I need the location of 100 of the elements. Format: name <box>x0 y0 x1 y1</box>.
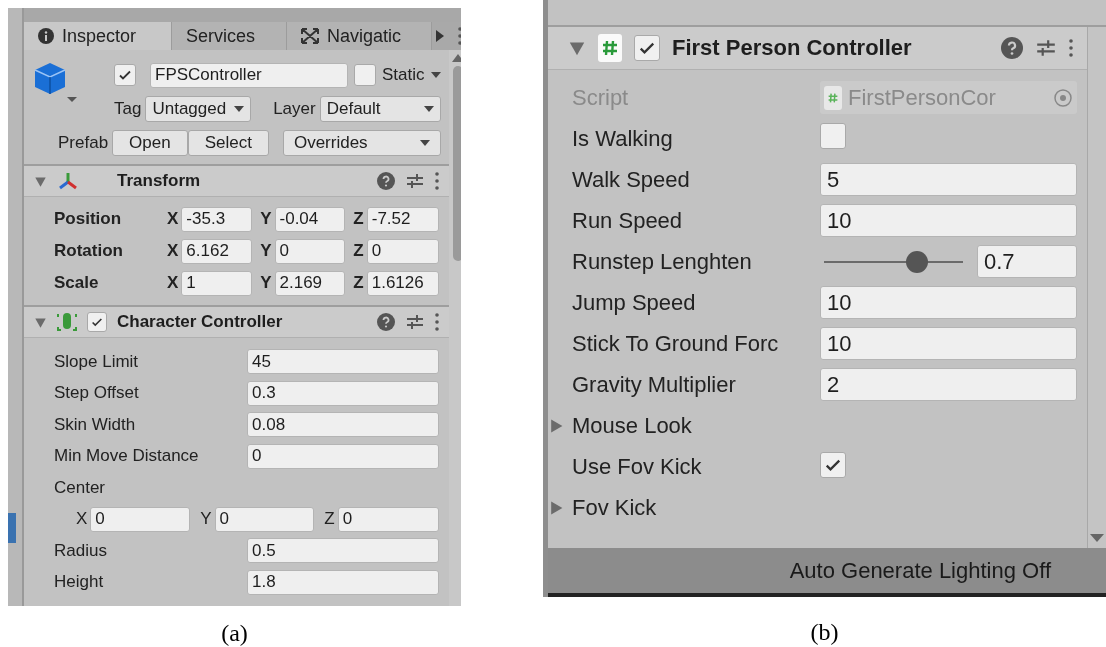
number-field[interactable]: 1.6126 <box>366 270 439 296</box>
property-label: Stick To Ground Forc <box>572 330 780 357</box>
tab[interactable]: Inspector <box>24 22 172 50</box>
property-label: Radius <box>54 540 108 561</box>
axis-label: X <box>167 241 179 261</box>
overrides-dropdown[interactable]: Overrides <box>282 130 441 156</box>
checkbox[interactable] <box>820 452 846 478</box>
property-label: Walk Speed <box>572 166 691 193</box>
number-field[interactable]: 0 <box>366 238 439 264</box>
number-field[interactable]: 0 <box>274 238 346 264</box>
caret-icon <box>234 106 245 112</box>
component-title: First Person Controller <box>672 35 913 61</box>
sliders-icon[interactable] <box>1035 37 1057 59</box>
number-field[interactable]: 0.7 <box>977 245 1077 278</box>
caret-icon <box>430 72 441 78</box>
static-label: Static <box>382 65 425 85</box>
layer-dropdown[interactable]: Default <box>319 96 441 122</box>
tab[interactable]: Navigatic <box>287 22 432 50</box>
number-field[interactable]: 10 <box>820 204 1077 237</box>
prefab-button[interactable]: Select <box>187 130 269 156</box>
expand-arrow-icon[interactable] <box>548 499 564 516</box>
axis-label: Y <box>260 241 272 261</box>
more-icon[interactable] <box>458 27 461 45</box>
expand-arrow-icon[interactable] <box>548 417 564 434</box>
slider-thumb[interactable] <box>905 250 928 273</box>
checkbox[interactable] <box>114 64 136 86</box>
number-field[interactable]: -7.52 <box>366 206 439 232</box>
number-field[interactable]: 0.5 <box>247 538 439 564</box>
number-field[interactable]: 2 <box>820 368 1077 401</box>
number-field[interactable]: 0 <box>337 506 439 532</box>
axis-label: Y <box>260 209 272 229</box>
tab[interactable]: Services <box>172 22 287 50</box>
checkbox[interactable] <box>634 35 660 61</box>
property-label: Gravity Multiplier <box>572 371 737 398</box>
property-label: Runstep Lenghten <box>572 248 753 275</box>
property-label: Scale <box>54 273 100 293</box>
name-field[interactable]: FPSController <box>150 62 348 88</box>
status-text: Auto Generate Lighting Off <box>789 557 1051 584</box>
number-field[interactable]: 0 <box>214 506 315 532</box>
caret-icon <box>423 106 434 112</box>
number-field[interactable]: 0.3 <box>247 380 439 406</box>
number-field[interactable]: 6.162 <box>181 238 253 264</box>
checkbox[interactable] <box>354 64 376 86</box>
property-label: Mouse Look <box>572 412 693 439</box>
property-label: Center <box>54 477 107 498</box>
property-label: Fov Kick <box>572 494 658 521</box>
layer-label: Layer <box>273 99 316 119</box>
grid-icon <box>301 28 319 44</box>
component-title: Transform <box>117 171 202 191</box>
scroll-thumb[interactable] <box>452 66 461 261</box>
info-icon <box>38 28 54 44</box>
more-icon[interactable] <box>434 172 439 190</box>
property-label: Is Walking <box>572 125 674 152</box>
property-label: Rotation <box>54 241 124 261</box>
property-label: Jump Speed <box>572 289 697 316</box>
number-field[interactable]: 2.169 <box>274 270 346 296</box>
number-field[interactable]: 0 <box>90 506 191 532</box>
axis-label: X <box>76 509 88 530</box>
property-label: Step Offset <box>54 383 140 404</box>
number-field[interactable]: 1 <box>181 270 253 296</box>
axis-label: Y <box>260 273 272 293</box>
script-icon <box>598 34 622 62</box>
property-label: Min Move Distance <box>54 446 200 467</box>
help-icon[interactable] <box>376 172 395 190</box>
component-title: Character Controller <box>117 312 284 332</box>
property-label: Script <box>572 84 630 111</box>
property-label: Position <box>54 209 123 229</box>
help-icon[interactable] <box>376 313 395 331</box>
tag-label: Tag <box>114 99 142 119</box>
number-field[interactable]: 0.08 <box>247 412 439 438</box>
scroll-up-icon[interactable] <box>451 54 461 62</box>
number-field[interactable]: -35.3 <box>181 206 253 232</box>
help-icon[interactable] <box>1001 37 1023 59</box>
sliders-icon[interactable] <box>404 312 425 332</box>
more-icon[interactable] <box>1069 38 1073 58</box>
caret-icon <box>419 140 430 146</box>
tag-dropdown[interactable]: Untagged <box>145 96 252 122</box>
number-field[interactable]: 10 <box>820 327 1077 360</box>
scroll-down-icon[interactable] <box>1090 534 1104 542</box>
axis-label: Z <box>353 209 364 229</box>
axes-icon <box>57 171 79 191</box>
axis-label: Z <box>353 273 364 293</box>
script-field: FirstPersonCor <box>820 81 1077 114</box>
number-field[interactable]: 0 <box>247 443 439 469</box>
scroll-right-icon[interactable] <box>436 30 444 42</box>
sliders-icon[interactable] <box>404 171 425 191</box>
scrollbar[interactable] <box>448 50 461 606</box>
number-field[interactable]: 10 <box>820 286 1077 319</box>
checkbox[interactable] <box>820 122 846 149</box>
number-field[interactable]: -0.04 <box>274 206 346 232</box>
capsule-icon <box>57 312 77 332</box>
figure-caption: (b) <box>809 619 840 646</box>
more-icon[interactable] <box>434 313 439 331</box>
prefab-button[interactable]: Open <box>112 130 188 156</box>
number-field[interactable]: 45 <box>247 349 439 375</box>
number-field[interactable]: 1.8 <box>247 569 439 595</box>
checkbox[interactable] <box>87 312 107 332</box>
property-label: Use Fov Kick <box>572 453 703 480</box>
number-field[interactable]: 5 <box>820 163 1077 196</box>
property-label: Height <box>54 572 105 593</box>
